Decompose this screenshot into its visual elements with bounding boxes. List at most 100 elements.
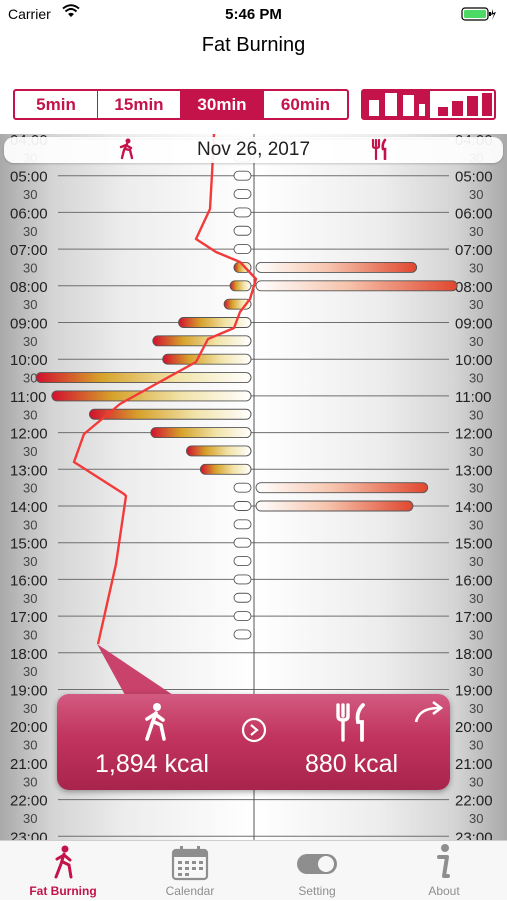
next-arrow-icon[interactable]	[240, 716, 268, 749]
bars-ascending-button[interactable]	[430, 91, 497, 118]
half-hour-label-left: 30	[23, 260, 37, 275]
status-bar: Carrier 5:46 PM	[0, 0, 507, 28]
half-hour-label-left: 30	[23, 407, 37, 422]
empty-slot-pill	[233, 482, 252, 493]
info-icon	[437, 844, 450, 878]
tab-about[interactable]: About	[381, 841, 507, 901]
popup-pointer	[97, 644, 173, 695]
half-hour-label-right: 30	[469, 481, 483, 496]
half-hour-label-right: 30	[469, 627, 483, 642]
empty-slot-pill	[233, 170, 252, 181]
hour-label-right: 10:00	[455, 352, 493, 369]
hour-label-right: 18:00	[455, 646, 493, 663]
hour-label-left: 23:00	[10, 829, 48, 840]
activity-bar	[229, 280, 252, 292]
hour-label-left: 15:00	[10, 536, 48, 553]
hour-label-right: 11:00	[455, 389, 491, 406]
tab-label: Fat Burning	[29, 884, 97, 898]
hour-label-left: 18:00	[10, 646, 48, 663]
bars-grouped-button[interactable]	[363, 91, 430, 118]
calendar-icon	[171, 846, 209, 881]
activity-bar	[150, 427, 252, 439]
half-hour-label-left: 30	[23, 811, 37, 826]
chart-style-toggle	[361, 89, 496, 120]
half-hour-label-left: 30	[23, 187, 37, 202]
half-hour-label-left: 30	[23, 224, 37, 239]
hour-label-right: 07:00	[455, 242, 493, 259]
page-title: Fat Burning	[201, 34, 306, 56]
half-hour-label-right: 30	[469, 407, 483, 422]
empty-slot-pill	[233, 244, 252, 255]
date-header: Nov 26, 2017	[4, 137, 503, 163]
intake-kcal-value: 880 kcal	[305, 750, 399, 778]
hour-label-left: 12:00	[10, 426, 48, 443]
tab-label: Setting	[298, 884, 336, 898]
fork-knife-icon	[334, 702, 370, 747]
hour-label-right: 13:00	[455, 462, 493, 479]
hour-label-left: 10:00	[10, 352, 48, 369]
empty-slot-pill	[233, 611, 252, 622]
empty-slot-pill	[233, 574, 252, 585]
interval-segmented-control: 5min 15min 30min 60min	[13, 89, 349, 120]
hour-label-left: 11:00	[10, 389, 46, 406]
activity-bar	[152, 335, 252, 347]
half-hour-label-left: 30	[23, 297, 37, 312]
hour-label-right: 20:00	[455, 719, 493, 736]
half-hour-label-right: 30	[469, 738, 483, 753]
half-hour-label-right: 30	[469, 517, 483, 532]
empty-slot-pill	[233, 189, 252, 199]
hour-label-right: 05:00	[455, 169, 493, 186]
half-hour-label-right: 30	[469, 297, 483, 312]
hour-label-right: 23:00	[455, 829, 493, 840]
tab-calendar[interactable]: Calendar	[127, 841, 253, 901]
hour-label-right: 15:00	[455, 536, 493, 553]
hour-label-right: 09:00	[455, 316, 493, 333]
hour-label-left: 20:00	[10, 719, 48, 736]
tab-label: About	[428, 884, 460, 898]
date-label: Nov 26, 2017	[196, 139, 311, 160]
share-arrow-icon[interactable]	[413, 700, 447, 729]
empty-slot-pill	[233, 537, 252, 548]
empty-slot-pill	[233, 519, 252, 530]
interval-15min-button[interactable]: 15min	[98, 91, 181, 118]
walking-person-icon	[54, 845, 73, 879]
half-hour-label-left: 30	[23, 738, 37, 753]
hour-label-right: 16:00	[455, 572, 493, 589]
half-hour-label-right: 30	[469, 334, 483, 349]
half-hour-label-right: 30	[469, 260, 483, 275]
half-hour-label-left: 30	[23, 481, 37, 496]
hour-label-left: 09:00	[10, 316, 48, 333]
summary-popup[interactable]: 1,894 kcal 880 kcal	[57, 694, 450, 790]
hour-label-left: 07:00	[10, 242, 48, 259]
hour-label-right: 08:00	[455, 279, 493, 296]
hour-label-left: 21:00	[10, 756, 48, 773]
hour-label-right: 12:00	[455, 426, 493, 443]
interval-30min-button[interactable]: 30min	[181, 91, 264, 118]
half-hour-label-left: 30	[23, 554, 37, 569]
hour-label-left: 19:00	[10, 683, 48, 700]
empty-slot-pill	[233, 207, 252, 218]
half-hour-label-right: 30	[469, 701, 483, 716]
burned-kcal-value: 1,894 kcal	[95, 750, 209, 778]
battery-icon	[461, 6, 497, 22]
hour-label-left: 17:00	[10, 609, 48, 626]
hour-label-right: 06:00	[455, 205, 493, 222]
hour-label-right: 14:00	[455, 499, 493, 516]
hour-label-left: 14:00	[10, 499, 48, 516]
interval-5min-button[interactable]: 5min	[15, 91, 98, 118]
hour-label-left: 08:00	[10, 279, 48, 296]
half-hour-label-right: 30	[469, 591, 483, 606]
interval-60min-button[interactable]: 60min	[264, 91, 347, 118]
empty-slot-pill	[233, 629, 252, 640]
walking-person-icon	[139, 702, 173, 747]
hour-label-right: 22:00	[455, 793, 493, 810]
activity-bar	[178, 317, 252, 328]
tab-fat-burning[interactable]: Fat Burning	[0, 841, 126, 901]
tab-label: Calendar	[165, 884, 215, 898]
half-hour-label-left: 30	[23, 664, 37, 679]
tab-setting[interactable]: Setting	[254, 841, 380, 901]
activity-bar	[162, 353, 252, 365]
hour-label-right: 21:00	[455, 756, 493, 773]
half-hour-label-right: 30	[469, 444, 483, 459]
meal-bar	[255, 500, 414, 512]
